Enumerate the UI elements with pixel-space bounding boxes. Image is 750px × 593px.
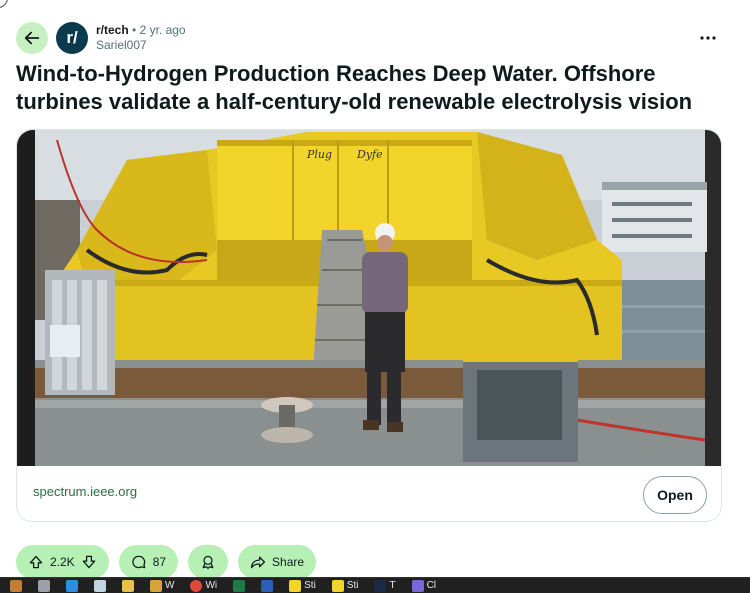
award-button[interactable] bbox=[188, 545, 229, 579]
more-dots-icon bbox=[700, 36, 716, 40]
link-preview-card[interactable]: Plug Dyfe spectrum.ieee.org Open bbox=[16, 129, 722, 522]
tb-teams-icon[interactable]: Cl bbox=[406, 579, 442, 593]
tb-word-icon[interactable] bbox=[255, 579, 279, 593]
vote-count: 2.2K bbox=[50, 555, 75, 569]
tb-sticky2-label: Sti bbox=[346, 580, 359, 591]
tb-sticky-label: Sti bbox=[304, 580, 316, 591]
comment-bubble-icon bbox=[132, 555, 145, 569]
subreddit-avatar[interactable]: r/ bbox=[56, 22, 88, 54]
window-corner-circle bbox=[0, 0, 8, 8]
link-preview-image[interactable]: Plug Dyfe bbox=[17, 130, 721, 466]
post-author[interactable]: Sariel007 bbox=[96, 38, 186, 53]
tb-sticky2-icon[interactable]: Sti bbox=[326, 579, 365, 593]
vote-pill: 2.2K bbox=[16, 545, 109, 579]
tb-term-icon[interactable]: T bbox=[368, 579, 401, 593]
award-icon bbox=[202, 555, 214, 570]
tb-sticky-icon[interactable]: Sti bbox=[283, 579, 322, 593]
reddit-post-page: r/ r/tech • 2 yr. ago Sariel007 Wind-to-… bbox=[0, 0, 750, 593]
downvote-icon[interactable] bbox=[81, 554, 97, 570]
tb-excel-icon[interactable] bbox=[227, 579, 251, 593]
tb-weather-icon[interactable] bbox=[4, 579, 28, 593]
tb-taskview-icon[interactable] bbox=[32, 579, 56, 593]
share-label: Share bbox=[272, 555, 305, 569]
post-meta: r/tech • 2 yr. ago Sariel007 bbox=[96, 23, 186, 53]
tb-teams-label: Cl bbox=[426, 580, 437, 591]
tb-term-label: T bbox=[389, 580, 396, 591]
offshore-hydrogen-photo: Plug Dyfe bbox=[17, 130, 721, 466]
os-taskbar: W Wi Sti Sti T Cl bbox=[0, 577, 750, 593]
tb-app2-label: W bbox=[165, 580, 175, 591]
more-options-button[interactable] bbox=[696, 26, 720, 50]
comments-button[interactable]: 87 bbox=[118, 545, 179, 579]
post-title[interactable]: Wind-to-Hydrogen Production Reaches Deep… bbox=[16, 60, 736, 116]
tb-app-icon[interactable] bbox=[88, 579, 112, 593]
link-card-footer: spectrum.ieee.org Open bbox=[17, 466, 721, 521]
open-link-button[interactable]: Open bbox=[643, 476, 707, 514]
tb-folder-icon[interactable] bbox=[116, 579, 140, 593]
share-button[interactable]: Share bbox=[238, 545, 317, 579]
container-label-plug: Plug bbox=[306, 148, 332, 161]
tb-chrome-icon[interactable]: Wi bbox=[184, 579, 223, 593]
meta-separator: • bbox=[132, 23, 137, 37]
back-button[interactable] bbox=[16, 22, 48, 54]
arrow-left-icon bbox=[24, 31, 40, 45]
link-domain[interactable]: spectrum.ieee.org bbox=[33, 484, 137, 499]
post-age: 2 yr. ago bbox=[139, 23, 186, 37]
upvote-icon[interactable] bbox=[28, 554, 44, 570]
tb-edge-icon[interactable] bbox=[60, 579, 84, 593]
subreddit-avatar-text: r/ bbox=[66, 28, 78, 47]
share-arrow-icon bbox=[251, 556, 266, 569]
tb-app2-icon[interactable]: W bbox=[144, 579, 180, 593]
post-header: r/ r/tech • 2 yr. ago Sariel007 bbox=[16, 20, 734, 56]
comment-count: 87 bbox=[152, 555, 167, 569]
tb-chrome-label: Wi bbox=[205, 580, 218, 591]
post-action-bar: 2.2K 87 Share bbox=[16, 545, 317, 579]
subreddit-name[interactable]: r/tech bbox=[96, 23, 129, 37]
container-label-dyfe: Dyfe bbox=[356, 148, 383, 161]
